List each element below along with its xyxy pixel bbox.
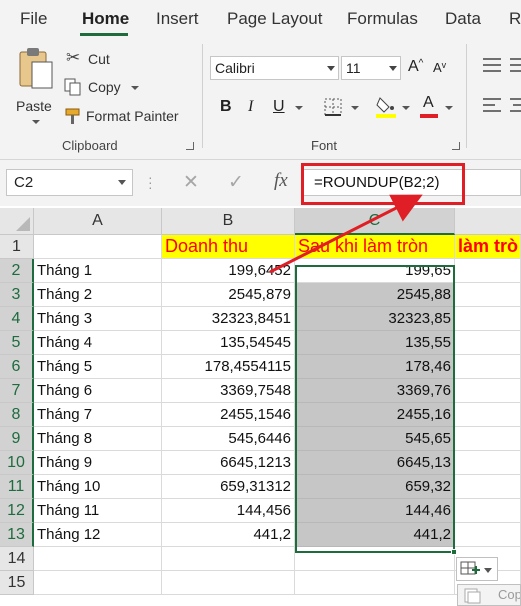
annotation-arrow-icon <box>269 194 423 274</box>
